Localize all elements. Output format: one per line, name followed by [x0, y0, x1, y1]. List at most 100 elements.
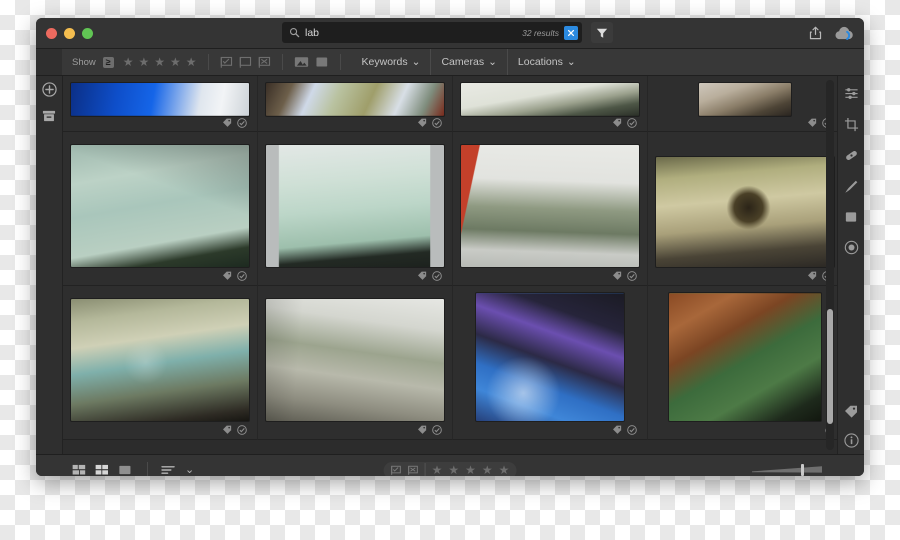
share-icon[interactable]	[809, 26, 822, 40]
check-badge-icon[interactable]	[627, 425, 637, 436]
thumbnail-image	[71, 299, 249, 421]
tag-badge-icon[interactable]	[222, 271, 232, 281]
thumbnail-macro-blur[interactable]	[648, 132, 837, 286]
thumbnail-image	[669, 293, 821, 422]
thumbnail-lab-bench[interactable]	[453, 76, 648, 132]
rating-star-4[interactable]: ★	[170, 56, 181, 68]
flag-x-icon[interactable]	[258, 56, 271, 69]
check-badge-icon[interactable]	[432, 271, 442, 281]
bottom-star-4[interactable]: ★	[482, 464, 493, 476]
tag-badge-icon[interactable]	[612, 425, 622, 435]
divider	[147, 462, 148, 476]
sliders-icon[interactable]	[844, 86, 859, 101]
thumbnail-workbench[interactable]	[648, 76, 837, 132]
grid-scrollbar[interactable]	[826, 80, 834, 450]
bandage-icon[interactable]	[844, 148, 859, 163]
chevron-down-icon[interactable]: ⌄	[185, 464, 194, 476]
tag-badge-icon[interactable]	[807, 118, 817, 128]
thumbnail-purple-machine[interactable]	[453, 286, 648, 440]
plus-circle-icon[interactable]	[41, 82, 57, 97]
main-body	[36, 76, 864, 454]
tag-badge-icon[interactable]	[417, 425, 427, 435]
bottom-star-3[interactable]: ★	[465, 464, 476, 476]
sort-icon[interactable]	[161, 464, 176, 476]
rating-star-1[interactable]: ★	[123, 56, 134, 68]
brush-icon[interactable]	[844, 179, 859, 194]
bottom-star-1[interactable]: ★	[432, 464, 443, 476]
rating-star-3[interactable]: ★	[154, 56, 165, 68]
video-icon[interactable]	[315, 56, 329, 68]
search-field[interactable]: lab 32 results	[282, 22, 582, 43]
tag-badge-icon[interactable]	[612, 271, 622, 281]
cloud-icon[interactable]	[834, 26, 854, 41]
thumbnail-aquarium-room[interactable]	[453, 132, 648, 286]
photo-icon[interactable]	[294, 56, 309, 68]
clear-search-button[interactable]	[564, 25, 578, 40]
left-rail	[36, 76, 63, 454]
archive-box-icon[interactable]	[42, 109, 56, 123]
cameras-dropdown[interactable]: Cameras ⌄	[430, 49, 506, 75]
grid-compact-icon[interactable]	[72, 464, 86, 476]
tag-badge-icon[interactable]	[807, 271, 817, 281]
tag-badge-icon[interactable]	[222, 425, 232, 435]
check-badge-icon[interactable]	[432, 118, 442, 129]
flag-x-icon[interactable]	[408, 465, 419, 476]
check-badge-icon[interactable]	[432, 425, 442, 435]
zoom-window-button[interactable]	[82, 28, 93, 39]
bottom-star-5[interactable]: ★	[499, 464, 510, 476]
crop-icon[interactable]	[844, 117, 859, 132]
minimize-window-button[interactable]	[64, 28, 75, 39]
check-badge-icon[interactable]	[237, 271, 247, 281]
slider-handle[interactable]	[801, 464, 805, 476]
check-badge-icon[interactable]	[627, 118, 637, 129]
single-photo-icon[interactable]	[118, 464, 132, 476]
thumbnail-gravel-tank[interactable]	[258, 76, 453, 132]
bottom-bar: ⌄ ★ ★ ★ ★ ★	[36, 454, 864, 476]
thumbnail-badges	[71, 267, 249, 285]
rectangle-mask-icon[interactable]	[844, 210, 858, 224]
tag-badge-icon[interactable]	[612, 118, 622, 128]
thumbnail-blue-water[interactable]	[63, 76, 258, 132]
size-controls	[750, 463, 828, 476]
rating-filter-stars[interactable]: ★ ★ ★ ★ ★	[123, 56, 197, 68]
bottom-star-2[interactable]: ★	[448, 464, 459, 476]
chevron-down-icon: ⌄	[488, 56, 497, 68]
radial-mask-icon[interactable]	[844, 240, 859, 255]
rating-star-2[interactable]: ★	[138, 56, 149, 68]
locations-dropdown[interactable]: Locations ⌄	[506, 49, 586, 75]
search-input-value[interactable]: lab	[305, 27, 522, 39]
flag-check-icon[interactable]	[391, 465, 402, 476]
rating-operator-badge[interactable]: ≥	[102, 56, 114, 68]
check-badge-icon[interactable]	[627, 271, 637, 281]
thumbnail-two-aquariums[interactable]	[258, 132, 453, 286]
keywords-dropdown[interactable]: Keywords ⌄	[352, 49, 431, 75]
flag-check-icon[interactable]	[220, 56, 233, 69]
thumbnail-algae-tank[interactable]	[63, 286, 258, 440]
check-badge-icon[interactable]	[237, 425, 247, 435]
tag-badge-icon[interactable]	[417, 271, 427, 281]
tag-badge-icon[interactable]	[222, 118, 232, 128]
check-badge-icon[interactable]	[237, 118, 247, 129]
thumbnail-image	[476, 293, 624, 422]
thumbnail-fish-lab-racks[interactable]	[258, 286, 453, 440]
filter-bar: Show ≥ ★ ★ ★ ★ ★ Keywords ⌄ Cameras ⌄ Lo…	[36, 49, 864, 76]
close-window-button[interactable]	[46, 28, 57, 39]
thumbnail-grid-area	[63, 76, 837, 454]
thumbnail-dogs-grass[interactable]	[648, 286, 837, 440]
grid-icon[interactable]	[95, 464, 109, 476]
tag-icon[interactable]	[844, 405, 858, 419]
scrollbar-thumb[interactable]	[827, 309, 833, 425]
thumbnail-fish-tank-closeup[interactable]	[63, 132, 258, 286]
keywords-dropdown-label: Keywords	[361, 56, 408, 68]
thumbnail-badges	[461, 116, 639, 131]
flag-plain-icon[interactable]	[239, 56, 252, 69]
filter-toggle-button[interactable]	[591, 22, 613, 43]
search-results-count: 32 results	[522, 27, 559, 38]
info-icon[interactable]	[843, 433, 859, 448]
filter-bar-spacer	[36, 49, 62, 75]
rating-star-5[interactable]: ★	[186, 56, 197, 68]
thumbnail-size-slider[interactable]	[750, 463, 828, 476]
thumbnail-grid	[63, 76, 837, 440]
chevron-down-icon: ⌄	[411, 56, 421, 68]
tag-badge-icon[interactable]	[417, 118, 427, 128]
